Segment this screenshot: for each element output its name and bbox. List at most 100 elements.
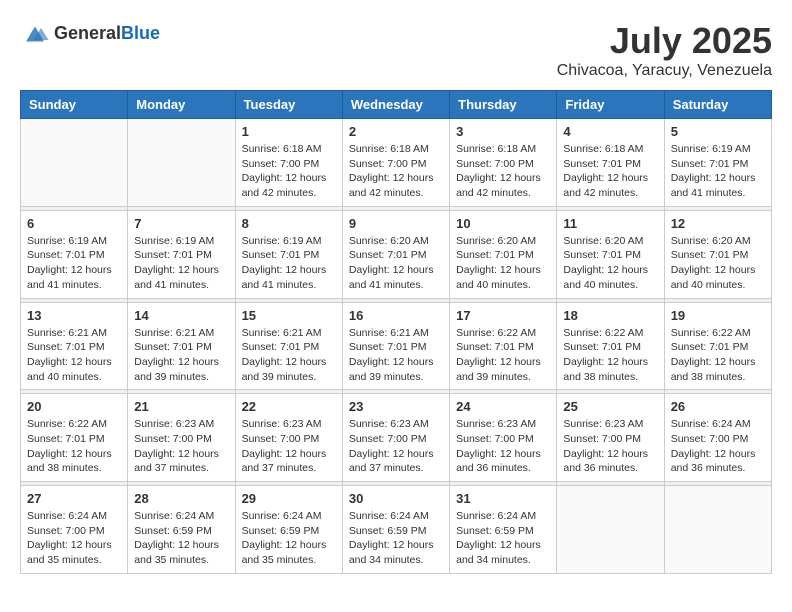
col-friday: Friday (557, 91, 664, 119)
day-number: 12 (671, 216, 765, 231)
day-number: 19 (671, 308, 765, 323)
calendar-cell: 29Sunrise: 6:24 AMSunset: 6:59 PMDayligh… (235, 486, 342, 574)
calendar-cell: 10Sunrise: 6:20 AMSunset: 7:01 PMDayligh… (450, 210, 557, 298)
day-info: Sunrise: 6:23 AMSunset: 7:00 PMDaylight:… (242, 417, 336, 476)
day-info: Sunrise: 6:19 AMSunset: 7:01 PMDaylight:… (134, 234, 228, 293)
day-number: 24 (456, 399, 550, 414)
calendar-cell: 19Sunrise: 6:22 AMSunset: 7:01 PMDayligh… (664, 302, 771, 390)
day-number: 21 (134, 399, 228, 414)
day-info: Sunrise: 6:22 AMSunset: 7:01 PMDaylight:… (563, 326, 657, 385)
col-saturday: Saturday (664, 91, 771, 119)
calendar-cell: 17 Sunrise: 6:22 AMSunset: 7:01 PMDayligh… (450, 302, 557, 390)
day-info: Sunrise: 6:23 AMSunset: 7:00 PMDaylight:… (456, 417, 550, 476)
day-info: Sunrise: 6:18 AMSunset: 7:00 PMDaylight:… (242, 142, 336, 201)
day-number: 18 (563, 308, 657, 323)
calendar-cell: 22 Sunrise: 6:23 AMSunset: 7:00 PMDayligh… (235, 394, 342, 482)
day-info: Sunrise: 6:21 AMSunset: 7:01 PMDaylight:… (134, 326, 228, 385)
day-info: Sunrise: 6:18 AMSunset: 7:01 PMDaylight:… (563, 142, 657, 201)
calendar-cell: 24 Sunrise: 6:23 AMSunset: 7:00 PMDayligh… (450, 394, 557, 482)
day-number: 10 (456, 216, 550, 231)
day-number: 15 (242, 308, 336, 323)
day-number: 23 (349, 399, 443, 414)
calendar-cell: 11 Sunrise: 6:20 AMSunset: 7:01 PMDayligh… (557, 210, 664, 298)
day-number: 22 (242, 399, 336, 414)
day-info: Sunrise: 6:19 AMSunset: 7:01 PMDaylight:… (242, 234, 336, 293)
day-number: 11 (563, 216, 657, 231)
day-info: Sunrise: 6:24 AMSunset: 7:00 PMDaylight:… (671, 417, 765, 476)
col-monday: Monday (128, 91, 235, 119)
header: GeneralBlue July 2025 Chivacoa, Yaracuy,… (20, 20, 772, 80)
day-info: Sunrise: 6:24 AMSunset: 6:59 PMDaylight:… (456, 509, 550, 568)
day-number: 1 (242, 124, 336, 139)
title-area: July 2025 Chivacoa, Yaracuy, Venezuela (557, 20, 772, 80)
calendar-cell: 4Sunrise: 6:18 AMSunset: 7:01 PMDaylight… (557, 119, 664, 207)
day-number: 27 (27, 491, 121, 506)
day-number: 31 (456, 491, 550, 506)
day-info: Sunrise: 6:20 AMSunset: 7:01 PMDaylight:… (563, 234, 657, 293)
day-info: Sunrise: 6:22 AMSunset: 7:01 PMDaylight:… (27, 417, 121, 476)
calendar-cell: 26 Sunrise: 6:24 AMSunset: 7:00 PMDayligh… (664, 394, 771, 482)
day-info: Sunrise: 6:21 AMSunset: 7:01 PMDaylight:… (27, 326, 121, 385)
col-sunday: Sunday (21, 91, 128, 119)
day-info: Sunrise: 6:20 AMSunset: 7:01 PMDaylight:… (671, 234, 765, 293)
calendar-cell: 1 Sunrise: 6:18 AMSunset: 7:00 PMDaylight… (235, 119, 342, 207)
calendar-header-row: Sunday Monday Tuesday Wednesday Thursday… (21, 91, 772, 119)
day-number: 7 (134, 216, 228, 231)
day-number: 6 (27, 216, 121, 231)
calendar-cell: 23 Sunrise: 6:23 AMSunset: 7:00 PMDayligh… (342, 394, 449, 482)
day-number: 29 (242, 491, 336, 506)
day-number: 5 (671, 124, 765, 139)
day-number: 28 (134, 491, 228, 506)
calendar-cell: 14 Sunrise: 6:21 AMSunset: 7:01 PMDayligh… (128, 302, 235, 390)
day-number: 2 (349, 124, 443, 139)
day-info: Sunrise: 6:22 AMSunset: 7:01 PMDaylight:… (456, 326, 550, 385)
logo: GeneralBlue (20, 20, 160, 48)
calendar-cell: 18 Sunrise: 6:22 AMSunset: 7:01 PMDayligh… (557, 302, 664, 390)
calendar-cell: 7 Sunrise: 6:19 AMSunset: 7:01 PMDaylight… (128, 210, 235, 298)
day-info: Sunrise: 6:20 AMSunset: 7:01 PMDaylight:… (349, 234, 443, 293)
calendar-cell: 13 Sunrise: 6:21 AMSunset: 7:01 PMDayligh… (21, 302, 128, 390)
col-thursday: Thursday (450, 91, 557, 119)
day-info: Sunrise: 6:23 AMSunset: 7:00 PMDaylight:… (563, 417, 657, 476)
day-info: Sunrise: 6:21 AMSunset: 7:01 PMDaylight:… (349, 326, 443, 385)
calendar-cell: 27 Sunrise: 6:24 AMSunset: 7:00 PMDayligh… (21, 486, 128, 574)
calendar-week-row: 13 Sunrise: 6:21 AMSunset: 7:01 PMDayligh… (21, 302, 772, 390)
calendar-cell: 8Sunrise: 6:19 AMSunset: 7:01 PMDaylight… (235, 210, 342, 298)
day-info: Sunrise: 6:23 AMSunset: 7:00 PMDaylight:… (349, 417, 443, 476)
day-info: Sunrise: 6:18 AMSunset: 7:00 PMDaylight:… (456, 142, 550, 201)
calendar-cell (557, 486, 664, 574)
calendar-cell: 15 Sunrise: 6:21 AMSunset: 7:01 PMDayligh… (235, 302, 342, 390)
calendar-cell: 6 Sunrise: 6:19 AMSunset: 7:01 PMDaylight… (21, 210, 128, 298)
day-number: 17 (456, 308, 550, 323)
calendar-week-row: 20Sunrise: 6:22 AMSunset: 7:01 PMDayligh… (21, 394, 772, 482)
calendar-cell (664, 486, 771, 574)
calendar-cell: 28Sunrise: 6:24 AMSunset: 6:59 PMDayligh… (128, 486, 235, 574)
day-info: Sunrise: 6:24 AMSunset: 6:59 PMDaylight:… (349, 509, 443, 568)
day-number: 30 (349, 491, 443, 506)
day-info: Sunrise: 6:19 AMSunset: 7:01 PMDaylight:… (671, 142, 765, 201)
calendar-cell (21, 119, 128, 207)
calendar-cell: 31 Sunrise: 6:24 AMSunset: 6:59 PMDayligh… (450, 486, 557, 574)
calendar-cell: 12 Sunrise: 6:20 AMSunset: 7:01 PMDayligh… (664, 210, 771, 298)
day-number: 16 (349, 308, 443, 323)
day-number: 13 (27, 308, 121, 323)
day-info: Sunrise: 6:19 AMSunset: 7:01 PMDaylight:… (27, 234, 121, 293)
day-number: 26 (671, 399, 765, 414)
day-info: Sunrise: 6:24 AMSunset: 7:00 PMDaylight:… (27, 509, 121, 568)
day-number: 14 (134, 308, 228, 323)
col-tuesday: Tuesday (235, 91, 342, 119)
logo-general: GeneralBlue (54, 24, 160, 44)
calendar-week-row: 6 Sunrise: 6:19 AMSunset: 7:01 PMDaylight… (21, 210, 772, 298)
calendar-cell (128, 119, 235, 207)
day-info: Sunrise: 6:23 AMSunset: 7:00 PMDaylight:… (134, 417, 228, 476)
calendar-cell: 21 Sunrise: 6:23 AMSunset: 7:00 PMDayligh… (128, 394, 235, 482)
calendar-cell: 3Sunrise: 6:18 AMSunset: 7:00 PMDaylight… (450, 119, 557, 207)
calendar-cell: 20Sunrise: 6:22 AMSunset: 7:01 PMDayligh… (21, 394, 128, 482)
logo-icon (20, 20, 50, 48)
day-number: 25 (563, 399, 657, 414)
calendar-week-row: 1 Sunrise: 6:18 AMSunset: 7:00 PMDaylight… (21, 119, 772, 207)
month-title: July 2025 (557, 20, 772, 62)
day-info: Sunrise: 6:21 AMSunset: 7:01 PMDaylight:… (242, 326, 336, 385)
col-wednesday: Wednesday (342, 91, 449, 119)
day-number: 9 (349, 216, 443, 231)
